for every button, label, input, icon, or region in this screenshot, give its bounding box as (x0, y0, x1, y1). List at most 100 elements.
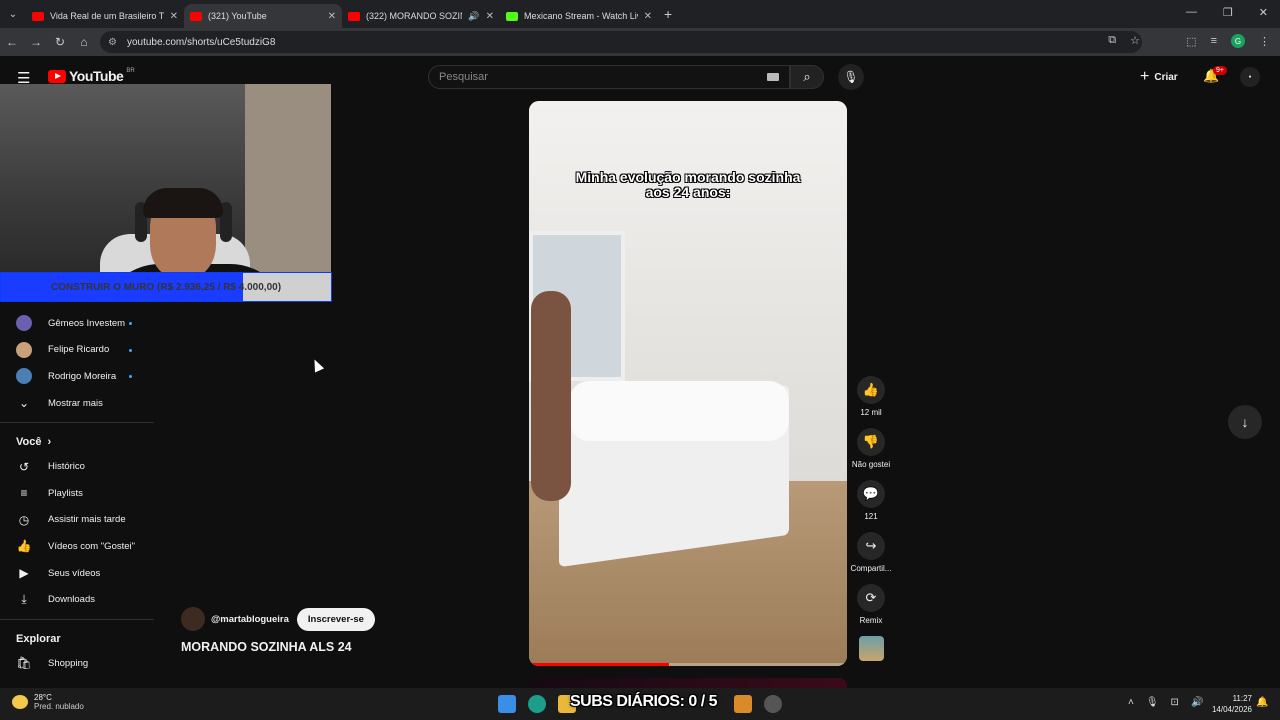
playlist-icon: ≡ (20, 486, 28, 501)
sidebar-subscription[interactable]: Gêmeos Investem (0, 310, 154, 337)
sidebar-item-shopping[interactable]: 🛍 Shopping (0, 650, 154, 677)
sidebar-item-watch-later[interactable]: ◷ Assistir mais tarde (0, 507, 154, 534)
close-tab-icon[interactable]: ✕ (644, 11, 652, 22)
microphone-icon[interactable]: 🎙 (1146, 697, 1159, 708)
browser-menu-icon[interactable]: ⋮ (1259, 35, 1270, 48)
weather-widget[interactable]: 28°C Pred. nublado (12, 693, 84, 711)
watch-later-icon: ◷ (18, 512, 30, 527)
youtube-favicon-icon (190, 11, 202, 21)
keyboard-icon[interactable] (767, 73, 779, 81)
comments-button[interactable]: 💬 121 (850, 480, 892, 532)
like-count: 12 mil (860, 408, 882, 417)
notification-center-icon[interactable]: 🔔 (1256, 697, 1268, 708)
forward-icon[interactable]: → (24, 35, 48, 49)
subscription-label: Rodrigo Moreira (48, 370, 117, 382)
next-short-arrow-icon[interactable]: ↓ (1228, 405, 1262, 439)
channel-name[interactable]: @martablogueira (211, 614, 289, 625)
create-button[interactable]: + Criar (1140, 68, 1178, 86)
sidebar-subscription[interactable]: Rodrigo Moreira (0, 363, 154, 390)
sidebar-item-history[interactable]: ↺ Histórico (0, 453, 154, 480)
speaker-icon[interactable]: 🔊 (468, 11, 479, 22)
app-icon[interactable] (734, 695, 752, 713)
sidebar-item-downloads[interactable]: ⤓ Downloads (0, 586, 154, 613)
like-button[interactable]: 👍 12 mil (850, 376, 892, 428)
close-window-icon[interactable]: ✕ (1259, 6, 1268, 19)
youtube-favicon-icon (32, 11, 44, 21)
url-field[interactable]: ⚙ youtube.com/shorts/uCe5tudziG8 (100, 31, 1142, 53)
cast-icon[interactable]: ⧉ (1108, 34, 1116, 47)
browser-tab-1[interactable]: Vida Real de um Brasileiro Trab ✕ (26, 4, 184, 28)
sidebar-item-label: Vídeos com "Gostei" (48, 540, 136, 552)
channel-avatar[interactable] (181, 607, 205, 631)
home-icon[interactable]: ⌂ (72, 35, 96, 49)
network-icon[interactable]: ⊡ (1171, 697, 1179, 708)
download-icon: ⤓ (21, 592, 27, 607)
sidebar-divider (0, 618, 154, 620)
window-controls: — ❐ ✕ (1186, 6, 1268, 19)
browser-tab-4[interactable]: Mexicano Stream - Watch Live ✕ (500, 4, 658, 28)
sidebar-item-liked-videos[interactable]: 👍 Vídeos com "Gostei" (0, 533, 154, 560)
sidebar-item-your-videos[interactable]: ▶ Seus vídeos (0, 560, 154, 587)
show-more-button[interactable]: ⌄ Mostrar mais (0, 390, 154, 417)
browser-tab-3[interactable]: (322) MORANDO SOZINHA 🔊 ✕ (342, 4, 500, 28)
you-section-heading[interactable]: Você › (0, 431, 154, 453)
remix-button[interactable]: ⟳ Remix (850, 584, 892, 636)
browser-tab-2[interactable]: (321) YouTube ✕ (184, 4, 342, 28)
windows-taskbar: 28°C Pred. nublado SUBS DIÁRIOS: 0 / 5 ˄… (0, 688, 1280, 720)
dislike-button[interactable]: 👎 Não gostei (850, 428, 892, 480)
chevron-down-icon: ⌄ (18, 396, 30, 411)
history-icon: ↺ (18, 459, 30, 474)
system-clock[interactable]: 11:27 14/04/2026 (1208, 693, 1252, 715)
profile-avatar[interactable]: G (1231, 34, 1245, 48)
reload-icon[interactable]: ↻ (48, 35, 72, 49)
video-progress-fill (529, 663, 669, 666)
channel-info: @martablogueira Inscrever-se (181, 607, 375, 631)
close-tab-icon[interactable]: ✕ (170, 11, 178, 22)
sidebar-item-playlists[interactable]: ≡ Playlists (0, 480, 154, 507)
subscribe-button[interactable]: Inscrever-se (296, 607, 375, 631)
restore-icon[interactable]: ❐ (1223, 6, 1233, 19)
short-video-player[interactable]: Minha evolução morando sozinha aos 24 an… (529, 101, 847, 666)
share-button[interactable]: ↪ Compartil... (850, 532, 892, 584)
close-tab-icon[interactable]: ✕ (328, 11, 336, 22)
tab-title: Vida Real de um Brasileiro Trab (50, 11, 164, 21)
sidebar-item-label: Seus vídeos (48, 567, 101, 579)
youtube-logo[interactable]: YouTube BR (48, 68, 135, 84)
search-button[interactable]: ⌕ (790, 65, 824, 89)
comment-count: 121 (864, 512, 878, 521)
video-caption: Minha evolução morando sozinha aos 24 an… (575, 169, 801, 200)
extensions-icon[interactable]: ⬚ (1186, 35, 1196, 48)
tab-search-icon[interactable]: ⌄ (0, 9, 26, 20)
sidebar-item-label: Histórico (48, 461, 85, 473)
edge-icon[interactable] (528, 695, 546, 713)
video-progress-bar[interactable] (529, 663, 847, 666)
windows-start-icon[interactable] (498, 695, 516, 713)
video-person (531, 291, 571, 501)
temperature: 28°C (34, 693, 52, 702)
short-actions: 👍 12 mil 👎 Não gostei 💬 121 ↪ Compartil.… (850, 376, 892, 636)
sound-thumbnail[interactable] (859, 636, 884, 661)
sidebar-subscription[interactable]: Felipe Ricardo (0, 337, 154, 364)
account-avatar[interactable]: ● (1240, 67, 1260, 87)
chevron-up-icon[interactable]: ˄ (1128, 697, 1134, 708)
new-tab-icon[interactable]: + (664, 6, 672, 22)
voice-search-icon[interactable]: 🎙 (838, 64, 864, 90)
volume-icon[interactable]: 🔊 (1191, 697, 1203, 708)
back-icon[interactable]: ← (0, 35, 24, 49)
system-tray: ˄ 🎙 ⊡ 🔊 (1128, 697, 1203, 708)
new-content-dot (129, 322, 132, 325)
obs-icon[interactable] (764, 695, 782, 713)
media-control-icon[interactable]: ≡ (1211, 35, 1217, 47)
show-more-label: Mostrar mais (48, 397, 103, 409)
search-input[interactable]: Pesquisar (428, 65, 790, 89)
close-tab-icon[interactable]: ✕ (486, 11, 494, 22)
bookmark-star-icon[interactable]: ☆ (1130, 34, 1140, 47)
site-info-icon[interactable]: ⚙ (108, 37, 117, 48)
minimize-icon[interactable]: — (1186, 6, 1197, 19)
notifications-badge: 9+ (1213, 66, 1227, 75)
you-heading-label: Você (16, 436, 42, 449)
remix-icon: ⟳ (857, 584, 885, 612)
short-title[interactable]: MORANDO SOZINHA ALS 24 (181, 640, 352, 654)
weather-condition: Pred. nublado (34, 702, 84, 711)
thumbs-down-icon: 👎 (857, 428, 885, 456)
